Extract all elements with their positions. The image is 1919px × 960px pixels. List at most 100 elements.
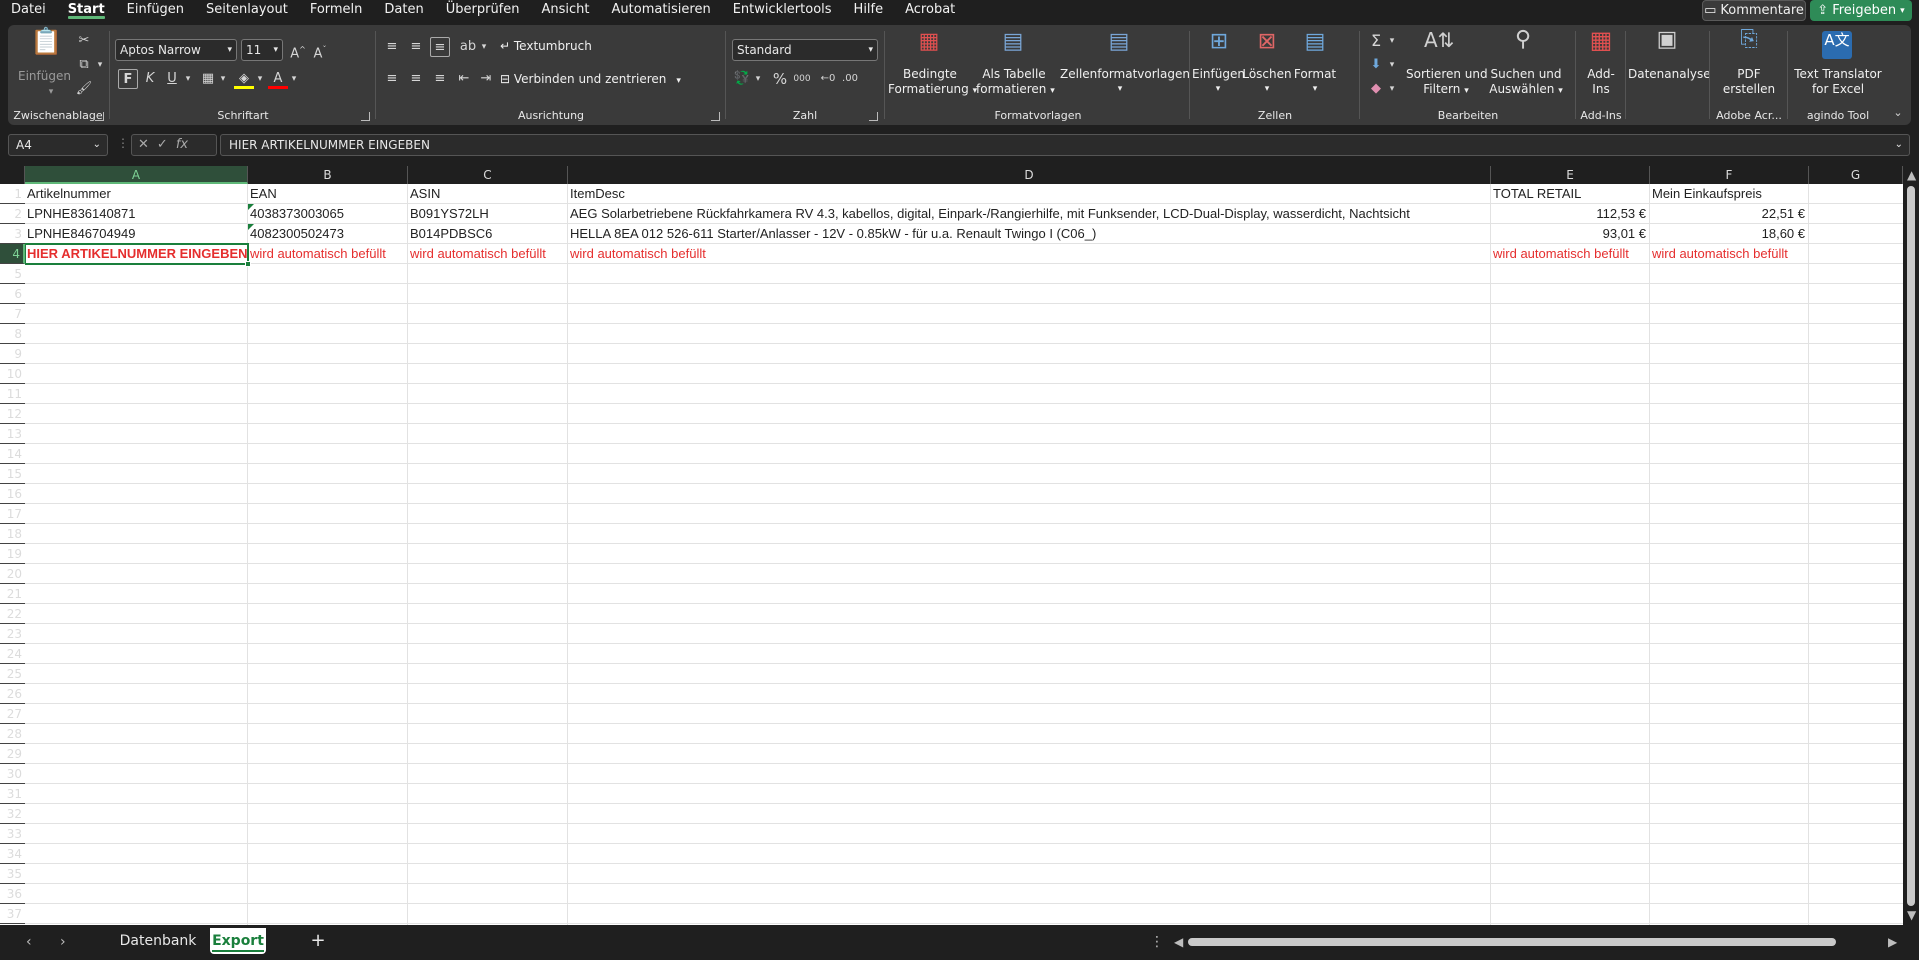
cell-b1[interactable]: EAN bbox=[248, 184, 408, 204]
vertical-scrollbar[interactable]: ▲ ▼ bbox=[1903, 166, 1919, 925]
percent-icon[interactable]: % bbox=[770, 69, 790, 89]
row-header-24[interactable]: 24 bbox=[0, 644, 25, 664]
format-painter-icon[interactable]: 🖌 bbox=[74, 79, 94, 99]
column-header-g[interactable]: G bbox=[1809, 166, 1903, 184]
row-header-12[interactable]: 12 bbox=[0, 404, 25, 424]
comments-button[interactable]: ▭ Kommentare bbox=[1702, 0, 1806, 21]
row-header-11[interactable]: 11 bbox=[0, 384, 25, 404]
row-header-7[interactable]: 7 bbox=[0, 304, 25, 324]
row-header-23[interactable]: 23 bbox=[0, 624, 25, 644]
data-analysis-button[interactable]: Datenanalyse bbox=[1628, 67, 1711, 82]
row-header-21[interactable]: 21 bbox=[0, 584, 25, 604]
menu-ueberpruefen[interactable]: Überprüfen bbox=[435, 0, 531, 21]
cell-d2[interactable]: AEG Solarbetriebene Rückfahrkamera RV 4.… bbox=[568, 204, 1491, 224]
row-header-20[interactable]: 20 bbox=[0, 564, 25, 584]
chevron-down-icon[interactable]: ▾ bbox=[284, 69, 304, 89]
row-header-37[interactable]: 37 bbox=[0, 904, 25, 924]
text-translator-button[interactable]: Text Translator for Excel bbox=[1790, 67, 1886, 97]
italic-button[interactable]: K bbox=[140, 69, 160, 89]
tab-datenbank[interactable]: Datenbank bbox=[114, 928, 202, 954]
name-box[interactable]: A4 ⌄ bbox=[8, 134, 108, 156]
row-header-17[interactable]: 17 bbox=[0, 504, 25, 524]
chevron-down-icon[interactable]: ▾ bbox=[1382, 31, 1402, 51]
active-cell-selection[interactable] bbox=[25, 243, 251, 267]
addins-button[interactable]: Add- Ins bbox=[1578, 67, 1624, 97]
font-name-dropdown[interactable]: Aptos Narrow ▾ bbox=[115, 39, 237, 61]
scroll-down-icon[interactable]: ▼ bbox=[1907, 908, 1916, 922]
chevron-down-icon[interactable]: ▾ bbox=[748, 69, 768, 89]
cell-c1[interactable]: ASIN bbox=[408, 184, 568, 204]
row-header-31[interactable]: 31 bbox=[0, 784, 25, 804]
find-select-button[interactable]: Suchen und Auswählen ▾ bbox=[1486, 67, 1566, 99]
row-header-19[interactable]: 19 bbox=[0, 544, 25, 564]
row-header-30[interactable]: 30 bbox=[0, 764, 25, 784]
row-header-29[interactable]: 29 bbox=[0, 744, 25, 764]
menu-start[interactable]: Start bbox=[57, 0, 116, 21]
format-cells-button[interactable]: Format ▾ bbox=[1292, 67, 1338, 97]
row-header-32[interactable]: 32 bbox=[0, 804, 25, 824]
column-header-f[interactable]: F bbox=[1650, 166, 1809, 184]
menu-acrobat[interactable]: Acrobat bbox=[894, 0, 966, 21]
cell-styles-button[interactable]: Zellenformatvorlagen ▾ bbox=[1060, 67, 1190, 97]
menu-automatisieren[interactable]: Automatisieren bbox=[601, 0, 722, 21]
cell-e3[interactable]: 93,01 € bbox=[1491, 224, 1650, 244]
chevron-down-icon[interactable]: ▾ bbox=[1382, 55, 1402, 75]
number-format-dropdown[interactable]: Standard ▾ bbox=[732, 39, 878, 61]
dialog-launcher-icon[interactable] bbox=[711, 112, 720, 121]
chevron-right-icon[interactable]: › bbox=[60, 934, 66, 950]
row-header-18[interactable]: 18 bbox=[0, 524, 25, 544]
menu-formeln[interactable]: Formeln bbox=[299, 0, 374, 21]
create-pdf-button[interactable]: PDF erstellen bbox=[1712, 67, 1786, 97]
add-sheet-button[interactable]: + bbox=[306, 928, 330, 954]
column-header-b[interactable]: B bbox=[248, 166, 408, 184]
cell-e1[interactable]: TOTAL RETAIL bbox=[1491, 184, 1650, 204]
insert-cells-button[interactable]: Einfügen ▾ bbox=[1192, 67, 1245, 97]
menu-seitenlayout[interactable]: Seitenlayout bbox=[195, 0, 299, 21]
column-header-d[interactable]: D bbox=[568, 166, 1491, 184]
row-header-1[interactable]: 1 bbox=[0, 184, 25, 204]
tab-export[interactable]: Export bbox=[210, 928, 266, 954]
align-top-icon[interactable]: ≡ bbox=[382, 37, 402, 57]
cell-a2[interactable]: LPNHE836140871 bbox=[25, 204, 248, 224]
chevron-down-icon[interactable]: ▾ bbox=[90, 55, 110, 75]
scroll-right-icon[interactable]: ▶ bbox=[1888, 935, 1897, 949]
chevron-down-icon[interactable]: ▾ bbox=[178, 69, 198, 89]
row-header-9[interactable]: 9 bbox=[0, 344, 25, 364]
row-header-16[interactable]: 16 bbox=[0, 484, 25, 504]
dialog-launcher-icon[interactable] bbox=[869, 112, 878, 121]
cell-d3[interactable]: HELLA 8EA 012 526-611 Starter/Anlasser -… bbox=[568, 224, 1491, 244]
font-size-dropdown[interactable]: 11 ▾ bbox=[241, 39, 283, 61]
cell-e2[interactable]: 112,53 € bbox=[1491, 204, 1650, 224]
menu-daten[interactable]: Daten bbox=[373, 0, 434, 21]
cell-c3[interactable]: B014PDBSC6 bbox=[408, 224, 568, 244]
cell-d4[interactable]: wird automatisch befüllt bbox=[568, 244, 1491, 264]
cell-d1[interactable]: ItemDesc bbox=[568, 184, 1491, 204]
row-header-36[interactable]: 36 bbox=[0, 884, 25, 904]
font-shrink-icon[interactable]: Aˇ bbox=[310, 40, 330, 61]
menu-entwicklertools[interactable]: Entwicklertools bbox=[722, 0, 843, 21]
row-header-10[interactable]: 10 bbox=[0, 364, 25, 384]
cell-a1[interactable]: Artikelnummer bbox=[25, 184, 248, 204]
row-header-27[interactable]: 27 bbox=[0, 704, 25, 724]
cell-f4[interactable]: wird automatisch befüllt bbox=[1650, 244, 1809, 264]
insert-function-button[interactable]: fx bbox=[176, 137, 188, 152]
chevron-down-icon[interactable]: ▾ bbox=[474, 37, 494, 57]
cell-area[interactable]: Artikelnummer EAN ASIN ItemDesc TOTAL RE… bbox=[25, 184, 1903, 925]
scroll-up-icon[interactable]: ▲ bbox=[1907, 168, 1916, 182]
horizontal-scrollbar-thumb[interactable] bbox=[1188, 938, 1836, 946]
align-middle-icon[interactable]: ≡ bbox=[406, 37, 426, 57]
menu-datei[interactable]: Datei bbox=[0, 0, 57, 21]
align-right-icon[interactable]: ≡ bbox=[430, 69, 450, 89]
merge-center-button[interactable]: ⊟ Verbinden und zentrieren ▾ bbox=[500, 72, 681, 89]
row-header-4[interactable]: 4 bbox=[0, 244, 25, 264]
row-header-3[interactable]: 3 bbox=[0, 224, 25, 244]
increase-decimal-icon[interactable]: ←0 bbox=[818, 69, 838, 89]
chevron-left-icon[interactable]: ‹ bbox=[26, 934, 32, 950]
chevron-down-icon[interactable]: ▾ bbox=[213, 69, 233, 89]
share-button[interactable]: ⇪ Freigeben ▾ bbox=[1810, 0, 1912, 21]
bold-button[interactable]: F bbox=[118, 69, 138, 89]
dialog-launcher-icon[interactable] bbox=[95, 112, 104, 121]
row-header-13[interactable]: 13 bbox=[0, 424, 25, 444]
select-all-corner[interactable] bbox=[0, 166, 25, 184]
font-grow-icon[interactable]: A^ bbox=[288, 40, 308, 61]
